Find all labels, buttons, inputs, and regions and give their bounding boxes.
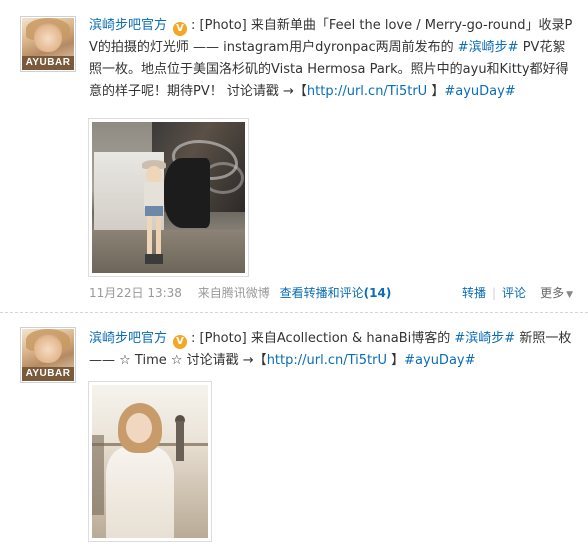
url-link[interactable]: http://url.cn/Ti5trU bbox=[267, 353, 387, 368]
repost-count: (14) bbox=[363, 286, 392, 300]
repost-button[interactable]: 转播 bbox=[462, 286, 486, 300]
view-reposts-link[interactable]: 查看转播和评论(14) bbox=[280, 286, 392, 300]
topic-link[interactable]: #滨崎步# bbox=[454, 331, 515, 346]
avatar-logo: AYUBAR bbox=[22, 56, 74, 70]
verified-badge-icon: V bbox=[173, 335, 188, 349]
topic-link[interactable]: #ayuDay# bbox=[444, 84, 515, 99]
avatar-image: AYUBAR bbox=[22, 329, 74, 381]
topic-link[interactable]: #滨崎步# bbox=[458, 40, 519, 55]
post-thumbnail[interactable] bbox=[88, 381, 212, 542]
post-content: 滨崎步吧官方 V: [Photo] 来自Acollection & hanaBi博… bbox=[89, 328, 577, 372]
post-meta: 11月22日 13:38 来自腾讯微博 查看转播和评论(14) 转播 | 评论 更多 ▼ bbox=[89, 284, 579, 302]
action-divider: | bbox=[492, 286, 497, 300]
post-actions: 转播 | 评论 更多 ▼ bbox=[462, 284, 573, 304]
post-text: 滨崎步吧官方 V: [Photo] 来自新单曲「Feel the love / M… bbox=[89, 15, 577, 103]
photo-image bbox=[92, 385, 208, 538]
comment-button[interactable]: 评论 bbox=[502, 286, 526, 300]
avatar[interactable]: AYUBAR bbox=[20, 327, 76, 383]
photo-image bbox=[92, 122, 245, 273]
avatar[interactable]: AYUBAR bbox=[20, 16, 76, 72]
more-label: 更多 bbox=[540, 286, 565, 300]
post-body-text: : [Photo] 来自Acollection & hanaBi博客的 bbox=[191, 331, 455, 346]
verified-badge-icon: V bbox=[173, 22, 188, 36]
view-reposts-label: 查看转播和评论 bbox=[279, 286, 364, 300]
post-thumbnail[interactable] bbox=[88, 118, 249, 277]
post-content: 滨崎步吧官方 V: [Photo] 来自新单曲「Feel the love / M… bbox=[89, 15, 577, 103]
post-body-text: 】 bbox=[387, 353, 405, 368]
url-link[interactable]: http://url.cn/Ti5trU bbox=[307, 84, 427, 99]
post-source-link[interactable]: 腾讯微博 bbox=[222, 286, 270, 300]
post-time-link[interactable]: 11月22日 13:38 bbox=[89, 286, 182, 300]
avatar-image: AYUBAR bbox=[22, 18, 74, 70]
username-link[interactable]: 滨崎步吧官方 bbox=[89, 331, 167, 346]
more-button[interactable]: 更多 ▼ bbox=[540, 286, 573, 300]
topic-link[interactable]: #ayuDay# bbox=[404, 353, 475, 368]
post-text: 滨崎步吧官方 V: [Photo] 来自Acollection & hanaBi博… bbox=[89, 328, 577, 372]
chevron-down-icon: ▼ bbox=[566, 290, 573, 300]
post-body-text: 】 bbox=[427, 84, 445, 99]
post-source-prefix: 来自 bbox=[197, 286, 222, 300]
avatar-logo: AYUBAR bbox=[22, 367, 74, 381]
username-link[interactable]: 滨崎步吧官方 bbox=[89, 18, 167, 33]
